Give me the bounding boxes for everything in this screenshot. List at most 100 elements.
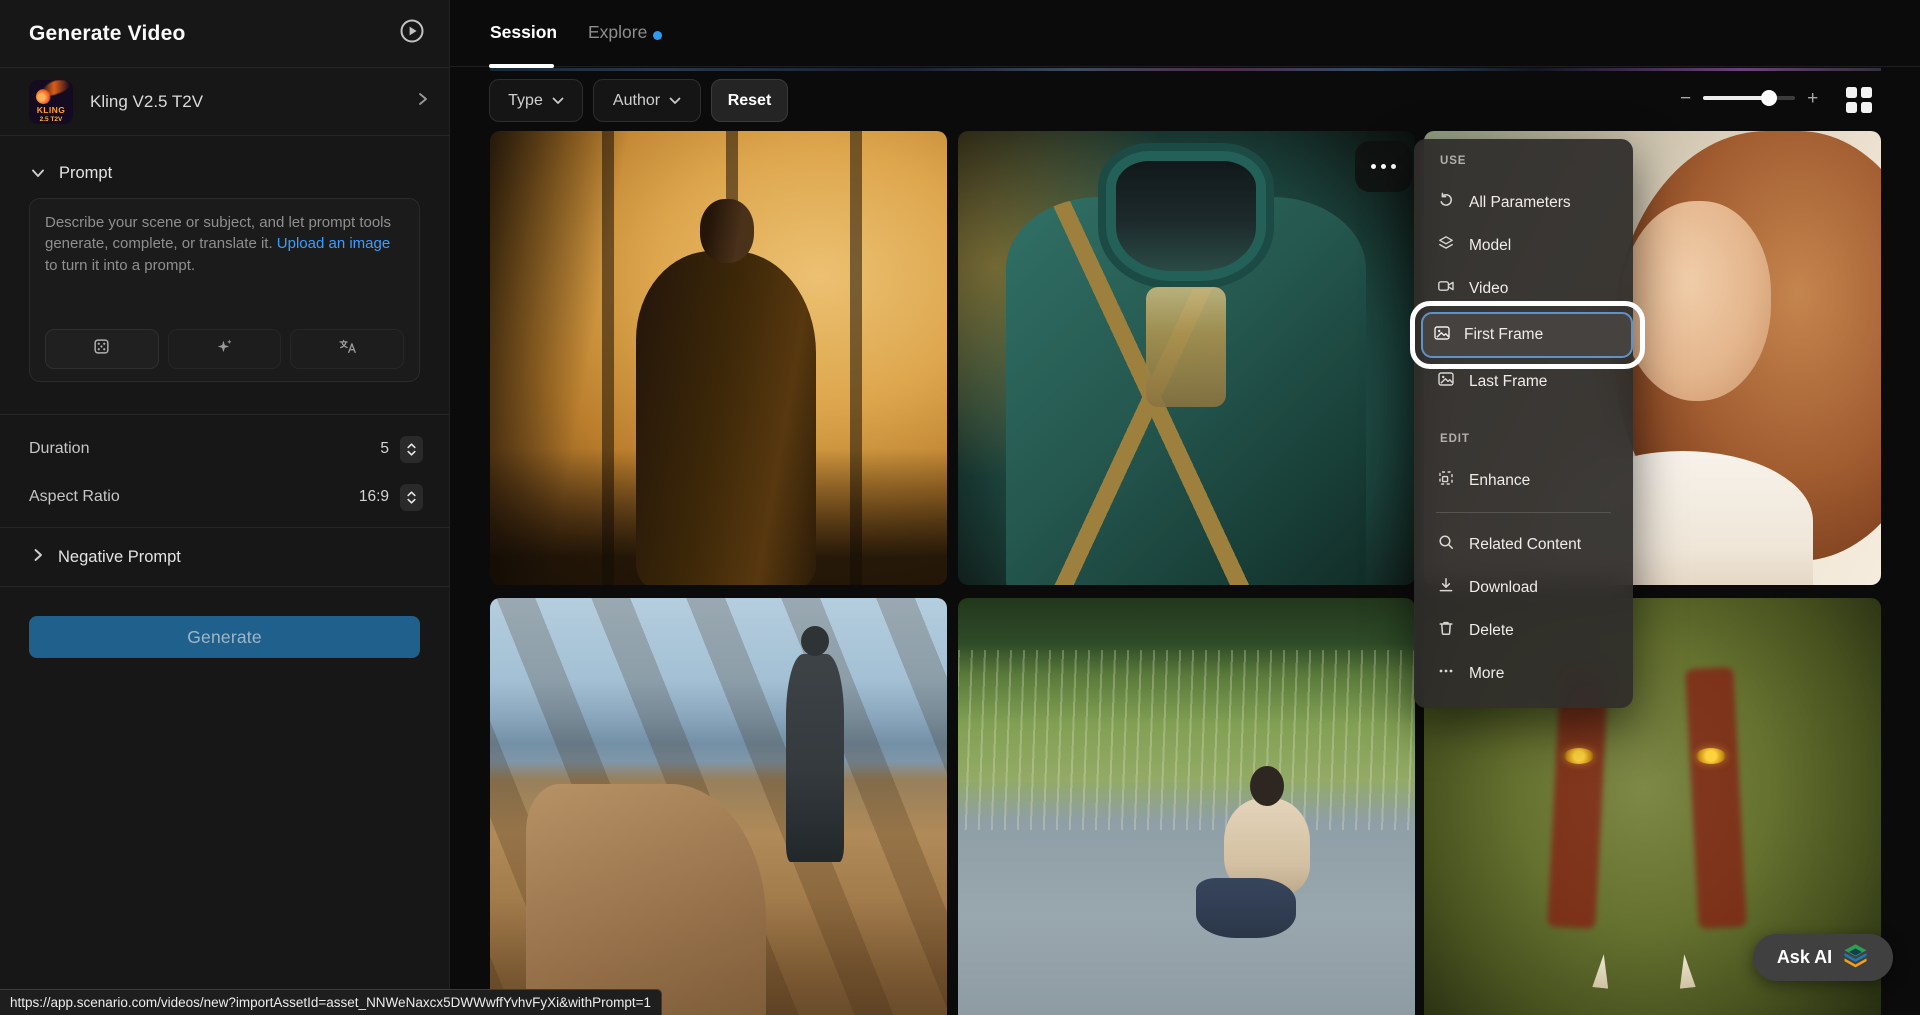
zoom-in-button[interactable]: + <box>1807 89 1818 108</box>
generate-video-sidebar: Generate Video KLING 2.5 T2V Kling V2.5 … <box>0 0 450 1015</box>
browser-status-bar: https://app.scenario.com/videos/new?impo… <box>0 989 662 1015</box>
aspect-ratio-row: Aspect Ratio 16:9 <box>0 473 449 521</box>
menu-item-label: Enhance <box>1469 472 1530 490</box>
zoom-slider[interactable] <box>1703 96 1795 100</box>
menu-divider <box>1436 512 1611 513</box>
chevron-down-icon <box>552 92 564 110</box>
menu-item-related-content[interactable]: Related Content <box>1414 523 1633 566</box>
reset-label: Reset <box>728 92 772 110</box>
ask-ai-label: Ask AI <box>1777 947 1832 968</box>
app-window: Generate Video KLING 2.5 T2V Kling V2.5 … <box>0 0 1920 1015</box>
chevron-right-icon <box>416 92 429 111</box>
model-name: Kling V2.5 T2V <box>90 92 399 112</box>
zoom-slider-fill <box>1703 96 1769 100</box>
menu-item-more[interactable]: More <box>1414 652 1633 695</box>
aspect-ratio-label: Aspect Ratio <box>29 488 359 506</box>
armor-torso-shape <box>1006 197 1366 585</box>
video-camera-icon <box>1437 277 1455 300</box>
duration-stepper[interactable] <box>400 436 423 463</box>
menu-item-enhance[interactable]: Enhance <box>1414 459 1633 502</box>
menu-item-label: Last Frame <box>1469 373 1547 391</box>
orc-tusk <box>1676 953 1695 988</box>
menu-item-model[interactable]: Model <box>1414 224 1633 267</box>
ellipsis-icon <box>1437 662 1455 685</box>
image-icon <box>1433 324 1451 347</box>
gallery-image-canyon-cliff[interactable] <box>490 598 947 1015</box>
enhance-icon <box>1437 469 1455 492</box>
prompt-input[interactable]: Describe your scene or subject, and let … <box>29 198 420 382</box>
prompt-section-label: Prompt <box>59 164 112 183</box>
menu-item-all-parameters[interactable]: All Parameters <box>1414 181 1633 224</box>
refresh-icon <box>1437 191 1455 214</box>
businessman-silhouette <box>636 251 816 585</box>
zoom-out-button[interactable]: − <box>1680 89 1691 108</box>
play-circle-icon[interactable] <box>397 16 427 51</box>
image-context-menu: USE All Parameters Model Video First Fra… <box>1414 139 1633 708</box>
kling-model-logo: KLING 2.5 T2V <box>29 80 73 124</box>
scenario-logo-icon <box>1842 942 1869 974</box>
menu-section-use: USE <box>1414 155 1633 171</box>
menu-item-label: First Frame <box>1464 326 1543 344</box>
type-filter-dropdown[interactable]: Type <box>489 79 583 122</box>
menu-section-edit: EDIT <box>1414 433 1633 449</box>
topbar-divider <box>450 66 1920 67</box>
chevron-down-icon <box>669 92 681 110</box>
sparkles-icon <box>215 337 234 361</box>
chevron-right-icon <box>33 548 43 567</box>
negative-prompt-toggle[interactable]: Negative Prompt <box>0 528 449 586</box>
orc-tusk <box>1592 953 1611 988</box>
zoom-slider-knob[interactable] <box>1761 90 1777 106</box>
page-title: Generate Video <box>29 22 185 46</box>
scrolled-image-row-edge <box>490 68 1881 71</box>
placeholder-text-end: to turn it into a prompt. <box>45 257 195 274</box>
aspect-ratio-stepper[interactable] <box>400 484 423 511</box>
menu-item-download[interactable]: Download <box>1414 566 1633 609</box>
orc-war-paint-stripe <box>1685 667 1747 929</box>
grid-view-icon[interactable] <box>1846 87 1873 113</box>
menu-item-delete[interactable]: Delete <box>1414 609 1633 652</box>
image-icon <box>1437 370 1455 393</box>
image-more-options-button[interactable] <box>1355 141 1412 192</box>
type-filter-label: Type <box>508 92 543 110</box>
active-tab-underline <box>489 64 554 68</box>
translate-prompt-button[interactable] <box>290 329 404 369</box>
menu-item-video[interactable]: Video <box>1414 267 1633 310</box>
model-selector-row[interactable]: KLING 2.5 T2V Kling V2.5 T2V <box>0 68 449 136</box>
sidebar-header: Generate Video <box>0 0 449 68</box>
gallery-image-businessman-office[interactable] <box>490 131 947 585</box>
menu-item-label: All Parameters <box>1469 194 1571 212</box>
prompt-section-header[interactable]: Prompt <box>31 164 449 183</box>
kling-logo-text: KLING <box>29 105 73 115</box>
upload-image-link[interactable]: Upload an image <box>277 235 390 252</box>
search-icon <box>1437 533 1455 556</box>
download-icon <box>1437 576 1455 599</box>
menu-item-label: Related Content <box>1469 536 1581 554</box>
author-filter-dropdown[interactable]: Author <box>593 79 701 122</box>
generate-button[interactable]: Generate <box>29 616 420 658</box>
chevron-down-icon <box>31 165 45 183</box>
reset-filters-button[interactable]: Reset <box>711 79 788 122</box>
layers-icon <box>1437 234 1455 257</box>
duration-label: Duration <box>29 440 380 458</box>
menu-item-label: Model <box>1469 237 1511 255</box>
tab-session[interactable]: Session <box>490 22 557 43</box>
aspect-ratio-value: 16:9 <box>359 488 389 506</box>
menu-item-label: More <box>1469 665 1504 683</box>
gallery-image-lakeside-woman[interactable] <box>958 598 1415 1015</box>
ask-ai-button[interactable]: Ask AI <box>1753 934 1893 981</box>
menu-item-first-frame[interactable]: First Frame <box>1421 312 1633 358</box>
sitting-woman-shape <box>1224 798 1310 894</box>
negative-prompt-label: Negative Prompt <box>58 548 181 567</box>
menu-item-label: Download <box>1469 579 1538 597</box>
random-prompt-button[interactable] <box>45 329 159 369</box>
gallery-image-armored-warrior[interactable] <box>958 131 1415 585</box>
author-filter-label: Author <box>613 92 660 110</box>
menu-item-label: Video <box>1469 280 1508 298</box>
menu-item-last-frame[interactable]: Last Frame <box>1414 360 1633 403</box>
ai-enhance-prompt-button[interactable] <box>168 329 282 369</box>
orc-eye <box>1696 748 1726 764</box>
status-url: https://app.scenario.com/videos/new?impo… <box>10 995 651 1010</box>
tab-explore[interactable]: Explore <box>588 22 647 43</box>
dice-icon <box>92 337 111 361</box>
duration-value: 5 <box>380 440 389 458</box>
